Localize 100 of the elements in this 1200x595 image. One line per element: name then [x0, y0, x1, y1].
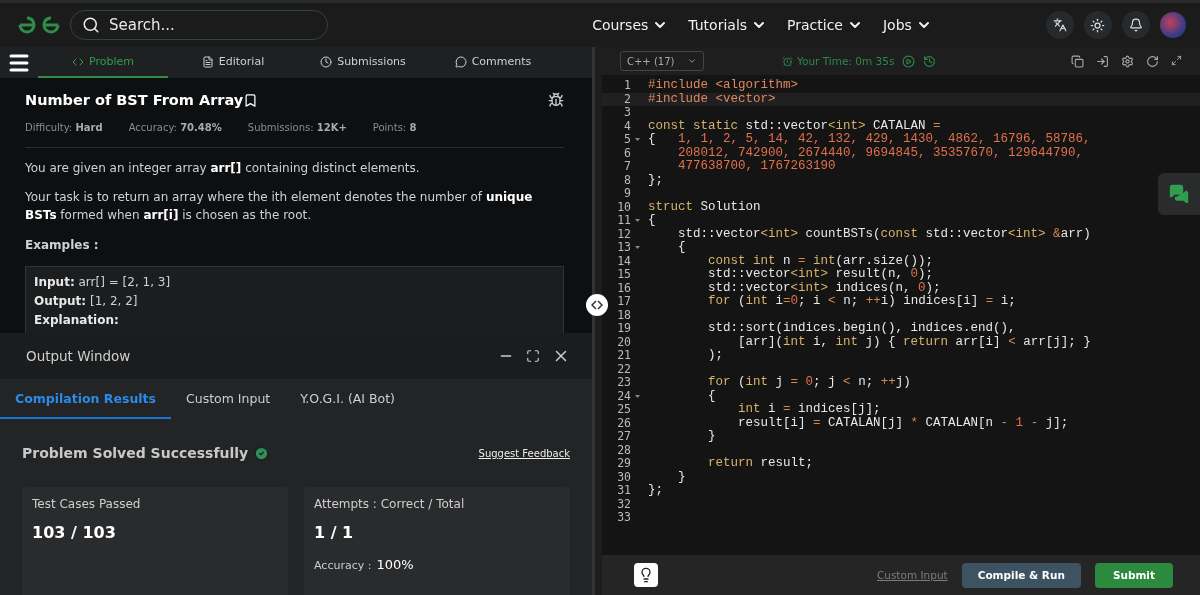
line-number: 31: [616, 484, 631, 498]
line-number: 19: [616, 322, 631, 336]
line-number: 21: [616, 349, 631, 363]
search-icon: [82, 16, 100, 34]
problem-stat: Accuracy: 70.48%: [128, 122, 222, 133]
line-number: 32: [616, 497, 631, 511]
output-tab[interactable]: Compilation Results: [0, 379, 171, 419]
line-number: 3: [623, 106, 631, 120]
custom-input-link[interactable]: Custom Input: [876, 569, 948, 581]
code-line: {: [707, 389, 716, 403]
line-number: 2: [623, 92, 631, 106]
bookmark-icon[interactable]: [243, 92, 259, 108]
line-number: 13: [616, 241, 631, 255]
import-icon[interactable]: [1096, 54, 1109, 68]
timer-text: Your Time: 0m 35s: [797, 55, 895, 67]
line-number: 33: [616, 511, 631, 525]
chat-icon[interactable]: [1158, 173, 1200, 215]
reset-icon[interactable]: [1146, 54, 1159, 68]
code-line: std::vector<int> result(n, 0);: [707, 268, 934, 282]
expand-icon[interactable]: [526, 349, 540, 363]
fullscreen-icon[interactable]: [1171, 54, 1182, 66]
description-paragraph: Your task is to return an array where the ith element denotes the number of unique BSTs formed when arr[i] is chosen as the root.: [25, 189, 534, 224]
line-number: 4: [623, 119, 631, 133]
code-line: const static std::vector<int> CATALAN =: [647, 119, 941, 133]
code-line: }: [677, 470, 686, 484]
status-text: Problem Solved Successfully: [22, 445, 249, 461]
nav-menu[interactable]: Tutorials: [688, 17, 768, 33]
window-title: Output Window: [26, 348, 132, 364]
settings-icon[interactable]: [1121, 54, 1134, 68]
fold-icon[interactable]: [635, 394, 640, 398]
code-line: const int n = int(arr.size());: [707, 254, 934, 268]
line-number: 27: [616, 430, 631, 444]
line-number: 29: [616, 457, 631, 471]
code-line: {: [677, 241, 686, 255]
output-tab[interactable]: Custom Input: [171, 379, 286, 419]
code-line: std::vector<int> indices(n, 0);: [707, 281, 941, 295]
document-icon: [201, 55, 214, 68]
nav-menu[interactable]: Practice: [787, 17, 863, 33]
feedback-link[interactable]: Suggest Feedback: [478, 447, 570, 459]
compile-run-button[interactable]: Compile & Run: [961, 562, 1081, 588]
problem-stat: Difficulty: Hard: [25, 122, 103, 133]
problem-stat: Submissions: 12K+: [247, 122, 347, 133]
line-number: 20: [616, 335, 631, 349]
alarm-clock-icon: [782, 55, 793, 67]
problem-tab[interactable]: Submissions: [298, 47, 428, 78]
description-paragraph: You are given an integer array arr[] containing distinct elements.: [25, 160, 421, 177]
avatar[interactable]: [1160, 12, 1186, 38]
translate-icon[interactable]: [1046, 11, 1074, 39]
line-number: 1: [623, 79, 631, 93]
problem-tab[interactable]: Editorial: [168, 47, 298, 78]
line-number: 9: [623, 187, 631, 201]
code-line: for (int i=0; i < n; ++i) indices[i] = i;: [707, 295, 1016, 309]
code-line: for (int j = 0; j < n; ++j): [707, 376, 911, 390]
line-number: 17: [616, 295, 631, 309]
bug-icon[interactable]: [548, 92, 564, 108]
line-number: 24: [616, 389, 631, 403]
code-line: result[i] = CATALAN[j] * CATALAN[n - 1 - j];: [737, 416, 1069, 430]
card-value: 103 / 103: [32, 523, 117, 542]
line-number: 30: [616, 470, 631, 484]
code-line: struct Solution: [647, 200, 761, 214]
problem-title: Number of BST From Array: [25, 92, 244, 108]
play-icon[interactable]: [902, 54, 916, 68]
problem-tab[interactable]: Problem: [38, 47, 168, 78]
line-number: 14: [616, 254, 631, 268]
code-line: #include <vector>: [647, 92, 776, 106]
submit-button[interactable]: Submit: [1094, 562, 1173, 588]
fold-icon[interactable]: [635, 246, 640, 250]
history-icon[interactable]: [923, 54, 937, 68]
fold-icon[interactable]: [635, 138, 640, 142]
problem-tab[interactable]: Comments: [428, 47, 558, 78]
output-tab[interactable]: Y.O.G.I. (AI Bot): [285, 379, 410, 419]
copy-icon[interactable]: [1071, 54, 1084, 68]
fold-icon[interactable]: [635, 219, 640, 223]
lightbulb-icon[interactable]: [634, 563, 658, 587]
bell-icon[interactable]: [1122, 11, 1150, 39]
example-line: Input: arr[] = [2, 1, 3]: [34, 274, 172, 291]
line-number: 8: [623, 173, 631, 187]
language-select[interactable]: C++ (17): [620, 51, 704, 71]
sun-icon[interactable]: [1084, 11, 1112, 39]
card-label: Attempts : Correct / Total: [314, 497, 466, 511]
line-number: 7: [623, 160, 631, 174]
code-line: 208012, 742900, 2674440, 9694845, 35357670, 129644790,: [677, 146, 1084, 160]
logo-icon[interactable]: [18, 16, 60, 34]
nav-menu[interactable]: Courses: [592, 17, 669, 33]
search-field[interactable]: Search...: [70, 10, 328, 40]
code-line: int i = indices[j];: [737, 403, 881, 417]
line-number: 26: [616, 416, 631, 430]
accuracy-label: Accuracy :: [314, 559, 372, 572]
nav-menu[interactable]: Jobs: [883, 17, 932, 33]
example-line: Explanation:: [34, 312, 120, 329]
line-number: 6: [623, 146, 631, 160]
line-number: 11: [616, 214, 631, 228]
line-number: 28: [616, 443, 631, 457]
line-number: 23: [616, 376, 631, 390]
line-number: 22: [616, 362, 631, 376]
line-number: 16: [616, 281, 631, 295]
code-line: 477638700, 1767263190: [677, 160, 836, 174]
problem-stat: Points: 8: [372, 122, 417, 133]
caret-icon: [687, 56, 697, 66]
code-line: std::vector<int> countBSTs(const std::vector<int> &arr): [677, 227, 1091, 241]
